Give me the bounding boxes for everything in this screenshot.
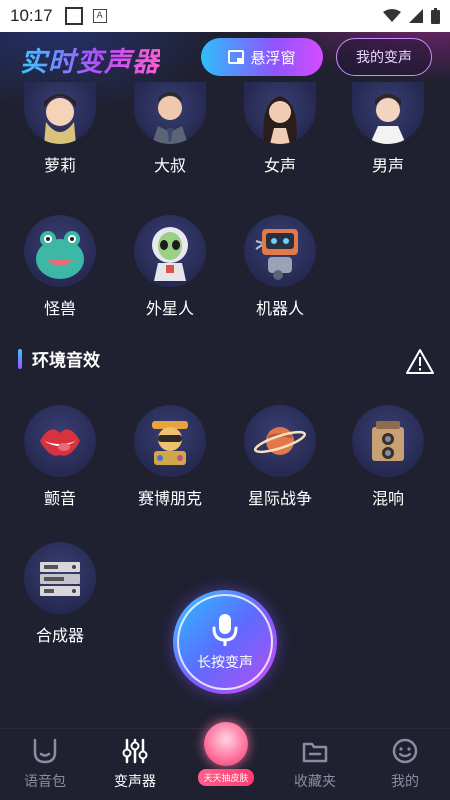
effect-item-star-wars[interactable]: 星际战争 xyxy=(235,405,325,509)
robot-icon xyxy=(244,215,316,287)
tab-mine[interactable]: 我的 xyxy=(360,729,450,800)
app-notification-icon: A xyxy=(92,9,107,23)
tab-voice-pack[interactable]: 语音包 xyxy=(0,729,90,800)
record-button-inner: 长按变声 xyxy=(177,594,273,690)
notification-icon xyxy=(64,7,83,25)
microphone-icon xyxy=(212,614,238,646)
my-voice-label: 我的变声 xyxy=(356,50,412,66)
wifi-icon xyxy=(383,9,401,22)
app-title: 实时变声器 xyxy=(20,40,160,79)
folder-icon xyxy=(302,742,328,763)
environment-section-header: 环境音效 xyxy=(18,346,100,371)
girl-avatar-icon xyxy=(24,82,96,144)
tab-label: 收藏夹 xyxy=(294,774,336,790)
float-window-icon xyxy=(228,50,245,64)
voice-label: 混响 xyxy=(371,489,404,508)
effect-item-synthesizer[interactable]: 合成器 xyxy=(15,542,105,646)
daily-skin-draw-button[interactable]: 天天抽皮肤 xyxy=(193,722,259,792)
promo-label: 天天抽皮肤 xyxy=(198,769,254,786)
gift-icon xyxy=(204,722,248,766)
signal-icon xyxy=(409,9,423,23)
voice-label: 星际战争 xyxy=(247,489,312,508)
section-accent-bar xyxy=(18,348,22,369)
camera-icon xyxy=(352,405,424,477)
tab-voice-changer[interactable]: 变声器 xyxy=(90,729,180,800)
lips-icon xyxy=(24,405,96,477)
effect-item-cyberpunk[interactable]: 赛博朋克 xyxy=(125,405,215,509)
voice-item-female[interactable]: 女声 xyxy=(235,82,325,176)
voice-label: 萝莉 xyxy=(43,156,76,175)
tab-favorites[interactable]: 收藏夹 xyxy=(270,729,360,800)
sliders-icon xyxy=(122,738,148,764)
alien-icon xyxy=(134,215,206,287)
voice-pack-icon xyxy=(33,738,57,764)
monster-icon xyxy=(24,215,96,287)
voice-label: 男声 xyxy=(371,156,404,175)
warning-icon[interactable] xyxy=(405,348,435,376)
record-button-label: 长按变声 xyxy=(197,655,253,671)
cyberpunk-icon xyxy=(134,405,206,477)
voice-label: 机器人 xyxy=(255,299,304,318)
voice-label: 大叔 xyxy=(153,156,186,175)
voice-item-robot[interactable]: 机器人 xyxy=(235,215,325,319)
voice-label: 合成器 xyxy=(35,626,84,645)
status-time: 10:17 xyxy=(10,6,53,25)
voice-item-uncle[interactable]: 大叔 xyxy=(125,82,215,176)
voice-label: 女声 xyxy=(263,156,296,175)
synthesizer-icon xyxy=(24,542,96,614)
my-voice-button[interactable]: 我的变声 xyxy=(336,38,432,76)
effect-item-reverb[interactable]: 混响 xyxy=(343,405,433,509)
voice-item-alien[interactable]: 外星人 xyxy=(125,215,215,319)
voice-item-male[interactable]: 男声 xyxy=(343,82,433,176)
tab-label: 我的 xyxy=(391,774,419,790)
voice-item-loli[interactable]: 萝莉 xyxy=(15,82,105,176)
app-header: 实时变声器 悬浮窗 我的变声 xyxy=(0,34,450,82)
smile-icon xyxy=(392,738,418,764)
section-title: 环境音效 xyxy=(32,351,100,371)
voice-item-monster[interactable]: 怪兽 xyxy=(15,215,105,319)
tab-label: 语音包 xyxy=(24,774,66,790)
woman-avatar-icon xyxy=(244,82,316,144)
status-bar: 10:17 A xyxy=(0,0,450,32)
voice-label: 外星人 xyxy=(145,299,194,318)
battery-icon xyxy=(431,8,440,24)
voice-label: 赛博朋克 xyxy=(137,489,202,508)
effect-item-vibrato[interactable]: 颤音 xyxy=(15,405,105,509)
float-window-button[interactable]: 悬浮窗 xyxy=(201,38,323,76)
float-window-label: 悬浮窗 xyxy=(250,48,296,67)
boy-avatar-icon xyxy=(352,82,424,144)
planet-icon xyxy=(244,405,316,477)
hold-to-change-voice-button[interactable]: 长按变声 xyxy=(173,590,277,694)
voice-label: 怪兽 xyxy=(43,299,76,318)
voice-label: 颤音 xyxy=(43,489,76,508)
man-avatar-icon xyxy=(134,82,206,144)
tab-label: 变声器 xyxy=(114,774,156,790)
